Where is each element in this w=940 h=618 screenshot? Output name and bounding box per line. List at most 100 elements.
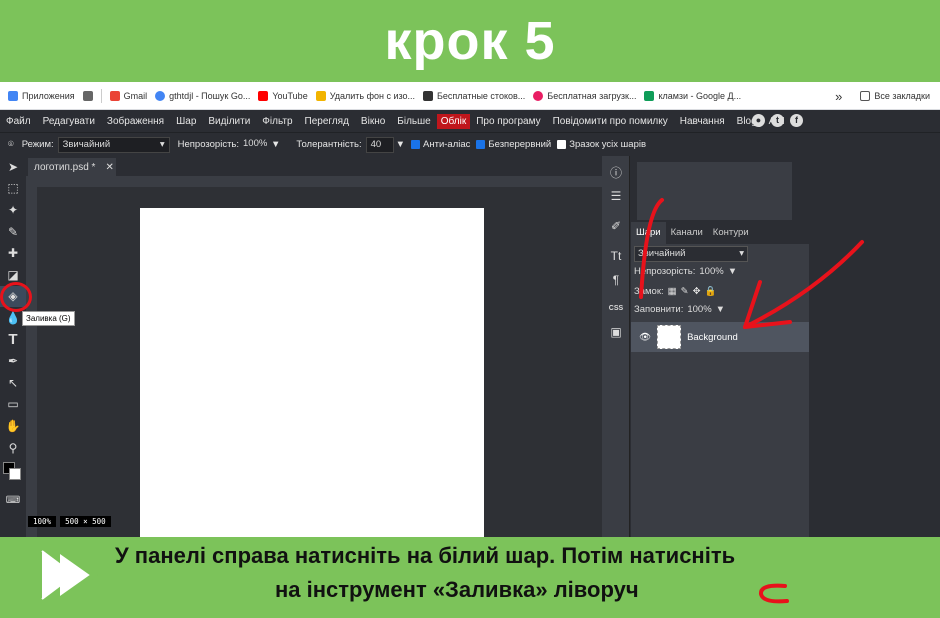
layer-name: Background — [687, 331, 738, 343]
sample-all-label: Зразок усіх шарів — [569, 139, 647, 150]
contiguous-checkbox[interactable] — [476, 140, 486, 149]
opacity-dropdown-icon[interactable]: ▼ — [728, 266, 737, 277]
caption-line-1: У панелі справа натисніть на білий шар. … — [115, 543, 736, 568]
mode-select[interactable]: Звичайний ▾ — [57, 136, 170, 153]
bookmark-download[interactable]: Бесплатная загрузк... — [533, 90, 636, 101]
hand-tool-icon[interactable]: ✋ — [0, 415, 26, 437]
eye-icon[interactable]: 👁 — [639, 332, 651, 343]
character-icon[interactable]: Tt — [602, 244, 630, 268]
google-icon — [155, 90, 166, 101]
menu-account[interactable]: Облік — [436, 113, 471, 129]
magic-wand-tool-icon[interactable]: ✦ — [0, 199, 26, 221]
menu-edit[interactable]: Редагувати — [37, 116, 101, 127]
menu-select[interactable]: Виділити — [202, 116, 256, 127]
document-tab[interactable]: логотип.psd * ✕ — [28, 158, 116, 176]
fill-value[interactable]: 100% — [687, 304, 711, 315]
menu-file[interactable]: Файл — [0, 116, 37, 127]
menu-filter[interactable]: Фільтр — [256, 116, 298, 127]
menu-report-bug[interactable]: Повідомити про помилку — [547, 116, 674, 127]
menu-view[interactable]: Перегляд — [299, 116, 355, 127]
paragraph-icon[interactable]: ¶ — [602, 268, 630, 292]
youtube-icon — [258, 90, 269, 101]
antialias-checkbox[interactable] — [411, 140, 421, 149]
bookmarks-bar: Приложения Gmail gthtdjl - Пошук Go... Y… — [0, 82, 940, 110]
chevron-arrows-icon — [41, 548, 99, 602]
bookmark-drive[interactable]: кламзи - Google Д... — [644, 90, 741, 101]
bookmark-apps[interactable]: Приложения — [8, 90, 75, 101]
tab-channels[interactable]: Канали — [666, 222, 708, 244]
css-icon[interactable]: CSS — [602, 296, 630, 320]
highlight-circle — [0, 282, 32, 312]
more-bookmarks-button[interactable]: » — [835, 89, 842, 104]
bookmark-grid[interactable] — [82, 90, 93, 101]
fill-dropdown-icon[interactable]: ▼ — [716, 304, 725, 315]
chevron-down-icon: ▾ — [739, 248, 744, 259]
properties-icon[interactable]: ☰ — [602, 184, 630, 208]
layer-opacity-value[interactable]: 100% — [699, 266, 723, 277]
bookmark-remove-bg[interactable]: Удалить фон с изо... — [315, 90, 415, 101]
antialias-label: Анти-аліас — [423, 139, 471, 150]
document-tab-title: логотип.psd * — [34, 161, 96, 173]
rectangle-tool-icon[interactable]: ▭ — [0, 394, 26, 416]
close-icon[interactable]: ✕ — [105, 162, 113, 173]
layers-panel: Звичайний ▾ Непрозорість: 100% ▼ Замок: ▦… — [631, 244, 817, 537]
lock-move-icon[interactable]: ✥ — [693, 286, 701, 297]
grid-icon — [82, 90, 93, 101]
tab-paths[interactable]: Контури — [708, 222, 754, 244]
menu-layer[interactable]: Шар — [170, 116, 202, 127]
menu-image[interactable]: Зображення — [101, 116, 170, 127]
keyboard-icon[interactable]: ⌨ — [0, 490, 26, 512]
chevron-down-icon: ▾ — [159, 138, 165, 150]
bookmark-google-search[interactable]: gthtdjl - Пошук Go... — [155, 90, 250, 101]
menu-window[interactable]: Вікно — [355, 116, 391, 127]
marquee-tool-icon[interactable]: ⬚ — [0, 178, 26, 200]
layers-panel-tabs: Шари Канали Контури — [631, 222, 817, 244]
opacity-input[interactable]: 100% — [243, 137, 271, 153]
bookmark-youtube[interactable]: YouTube — [258, 90, 308, 101]
hook-annotation — [759, 583, 789, 604]
menu-learn[interactable]: Навчання — [674, 116, 731, 127]
menu-bar: Файл Редагувати Зображення Шар Виділити … — [0, 110, 940, 132]
eyedropper-tool-icon[interactable]: ✎ — [0, 221, 26, 243]
layers-scrollbar[interactable] — [809, 244, 817, 537]
opacity-dropdown-icon[interactable]: ▼ — [271, 139, 280, 150]
tolerance-label: Толерантність: — [296, 139, 362, 150]
layer-row-background[interactable]: 👁 Background — [631, 322, 809, 352]
bookmark-stock[interactable]: Бесплатные стоков... — [423, 90, 525, 101]
facebook-icon[interactable]: f — [790, 114, 803, 127]
tolerance-dropdown-icon[interactable]: ▼ — [396, 139, 405, 150]
move-tool-icon[interactable]: ➤ — [0, 156, 26, 178]
tolerance-input[interactable]: 40 — [365, 136, 394, 153]
path-select-tool-icon[interactable]: ↖ — [0, 372, 26, 394]
zoom-tool-icon[interactable]: ⚲ — [0, 437, 26, 459]
image-icon[interactable]: ▣ — [602, 320, 630, 344]
sample-all-checkbox[interactable] — [557, 140, 567, 149]
type-tool-icon[interactable]: T — [0, 329, 26, 351]
gmail-icon — [109, 90, 120, 101]
bookmark-gmail[interactable]: Gmail — [109, 90, 147, 101]
lock-brush-icon[interactable]: ✎ — [681, 286, 689, 297]
lock-all-icon[interactable]: 🔒 — [705, 286, 717, 297]
caption-bar: У панелі справа натисніть на білий шар. … — [0, 537, 940, 618]
panel-icon-column: ⓘ ☰ ✐ Tt ¶ CSS ▣ — [602, 156, 630, 537]
tool-options-bar: ⌾ Режим: Звичайний ▾ Непрозорість: 100% ▼… — [0, 132, 940, 156]
menu-more[interactable]: Більше — [391, 116, 436, 127]
blend-mode-select[interactable]: Звичайний ▾ — [634, 246, 748, 262]
horizontal-ruler — [26, 176, 602, 187]
menu-about[interactable]: Про програму — [470, 116, 546, 127]
document-canvas[interactable] — [140, 208, 484, 537]
tab-layers[interactable]: Шари — [631, 222, 666, 244]
lock-transparency-icon[interactable]: ▦ — [668, 286, 677, 297]
drive-icon — [644, 90, 655, 101]
folder-icon — [860, 91, 871, 101]
twitter-icon[interactable]: t — [771, 114, 784, 127]
reddit-icon[interactable]: ● — [752, 114, 765, 127]
background-color-swatch[interactable] — [9, 468, 21, 480]
info-icon[interactable]: ⓘ — [602, 160, 630, 184]
step-banner: крок 5 — [0, 0, 940, 82]
pen-tool-icon[interactable]: ✒ — [0, 350, 26, 372]
all-bookmarks-button[interactable]: Все закладки — [860, 91, 930, 101]
healing-tool-icon[interactable]: ✚ — [0, 242, 26, 264]
brush-panel-icon[interactable]: ✐ — [602, 214, 630, 238]
step-title: крок 5 — [384, 11, 556, 71]
